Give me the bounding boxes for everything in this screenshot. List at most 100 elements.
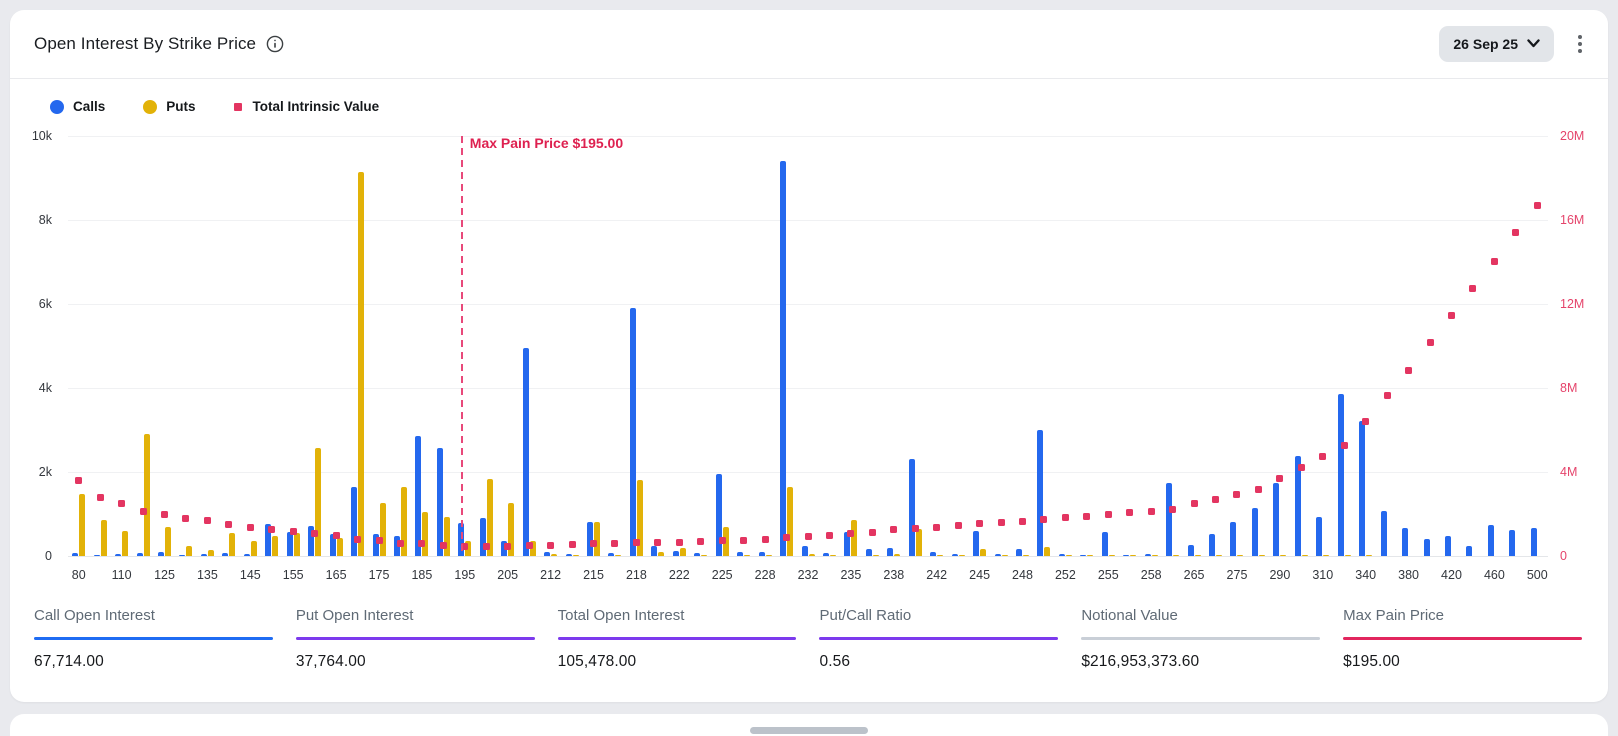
legend-item-intrinsic[interactable]: Total Intrinsic Value — [234, 99, 380, 114]
put-bar — [1066, 555, 1072, 557]
x-tick-label: 80 — [72, 568, 86, 582]
left-axis-tick: 6k — [39, 297, 52, 311]
call-bar — [1424, 539, 1430, 556]
put-bar — [980, 549, 986, 556]
intrinsic-dot — [783, 534, 790, 541]
put-bar — [937, 555, 943, 557]
intrinsic-dot — [1083, 513, 1090, 520]
put-bar — [1130, 555, 1136, 557]
call-bar — [673, 551, 679, 556]
put-bar — [165, 527, 171, 556]
x-tick-label: 145 — [240, 568, 261, 582]
put-bar — [272, 536, 278, 556]
plot-area: 8011012513514515516517518519520521221521… — [68, 136, 1548, 556]
chart-legend: Calls Puts Total Intrinsic Value — [10, 79, 1608, 114]
x-tick-label: 460 — [1484, 568, 1505, 582]
intrinsic-dot — [268, 526, 275, 533]
intrinsic-dot — [1384, 392, 1391, 399]
legend-label: Puts — [166, 99, 195, 114]
call-bar — [158, 552, 164, 556]
call-bar — [1488, 525, 1494, 556]
call-bar — [759, 552, 765, 556]
call-bar — [737, 552, 743, 556]
intrinsic-dot — [1298, 464, 1305, 471]
intrinsic-dot — [311, 530, 318, 537]
left-axis-tick: 10k — [32, 129, 52, 143]
horizontal-scrollbar-thumb[interactable] — [750, 727, 868, 734]
intrinsic-dot — [1040, 516, 1047, 523]
put-bar — [1302, 555, 1308, 557]
info-icon[interactable] — [266, 35, 284, 53]
expiry-dropdown[interactable]: 26 Sep 25 — [1439, 26, 1554, 62]
intrinsic-dot — [354, 536, 361, 543]
intrinsic-dot — [182, 515, 189, 522]
call-bar — [1295, 456, 1301, 556]
x-tick-label: 340 — [1355, 568, 1376, 582]
x-tick-label: 125 — [154, 568, 175, 582]
open-interest-card: Open Interest By Strike Price 26 Sep 25 — [10, 10, 1608, 702]
intrinsic-dot — [1362, 418, 1369, 425]
right-axis-tick: 20M — [1560, 129, 1584, 143]
stat-put-open-interest: Put Open Interest 37,764.00 — [296, 607, 535, 671]
intrinsic-dot — [933, 524, 940, 531]
left-axis-tick: 0 — [45, 549, 52, 563]
intrinsic-dot — [376, 537, 383, 544]
x-tick-label: 228 — [755, 568, 776, 582]
call-bar — [179, 555, 185, 557]
x-tick-label: 252 — [1055, 568, 1076, 582]
intrinsic-dot — [1191, 500, 1198, 507]
call-bar — [1402, 528, 1408, 556]
x-tick-label: 222 — [669, 568, 690, 582]
call-bar — [287, 532, 293, 556]
x-tick-label: 218 — [626, 568, 647, 582]
x-tick-label: 212 — [540, 568, 561, 582]
intrinsic-dot — [247, 524, 254, 531]
put-bar — [380, 503, 386, 556]
intrinsic-dot — [418, 540, 425, 547]
put-bar — [1323, 555, 1329, 557]
call-bar — [995, 554, 1001, 556]
intrinsic-dot — [1276, 475, 1283, 482]
x-tick-label: 232 — [798, 568, 819, 582]
intrinsic-dot — [590, 540, 597, 547]
put-bar — [337, 538, 343, 556]
next-card-edge — [10, 714, 1608, 736]
put-bar — [422, 512, 428, 556]
intrinsic-dot — [225, 521, 232, 528]
x-tick-label: 275 — [1227, 568, 1248, 582]
x-tick-label: 258 — [1141, 568, 1162, 582]
gridline — [68, 136, 1548, 137]
intrinsic-dot — [1469, 285, 1476, 292]
call-bar — [1059, 554, 1065, 556]
put-bar — [658, 552, 664, 556]
page-title: Open Interest By Strike Price — [34, 34, 256, 54]
x-tick-label: 500 — [1527, 568, 1548, 582]
call-bar — [1273, 483, 1279, 556]
stats-row: Call Open Interest 67,714.00 Put Open In… — [34, 607, 1582, 671]
kebab-menu-icon[interactable] — [1574, 31, 1586, 57]
stat-put-call-ratio: Put/Call Ratio 0.56 — [819, 607, 1058, 671]
put-bar — [959, 555, 965, 557]
put-bar — [144, 434, 150, 556]
call-bar — [1509, 530, 1515, 556]
right-axis-tick: 8M — [1560, 381, 1577, 395]
calls-swatch-icon — [50, 100, 64, 114]
put-bar — [122, 531, 128, 556]
legend-item-calls[interactable]: Calls — [50, 99, 105, 114]
expiry-dropdown-value: 26 Sep 25 — [1453, 36, 1518, 52]
right-axis-tick: 4M — [1560, 465, 1577, 479]
put-bar — [809, 554, 815, 556]
put-bar — [1195, 555, 1201, 557]
x-tick-label: 155 — [283, 568, 304, 582]
legend-label: Calls — [73, 99, 105, 114]
legend-item-puts[interactable]: Puts — [143, 99, 195, 114]
intrinsic-dot — [976, 520, 983, 527]
x-tick-label: 165 — [326, 568, 347, 582]
intrinsic-dot — [140, 508, 147, 515]
call-bar — [115, 554, 121, 556]
call-bar — [1338, 394, 1344, 556]
intrinsic-dot — [118, 500, 125, 507]
intrinsic-dot — [805, 533, 812, 540]
intrinsic-dot — [290, 528, 297, 535]
intrinsic-dot — [955, 522, 962, 529]
